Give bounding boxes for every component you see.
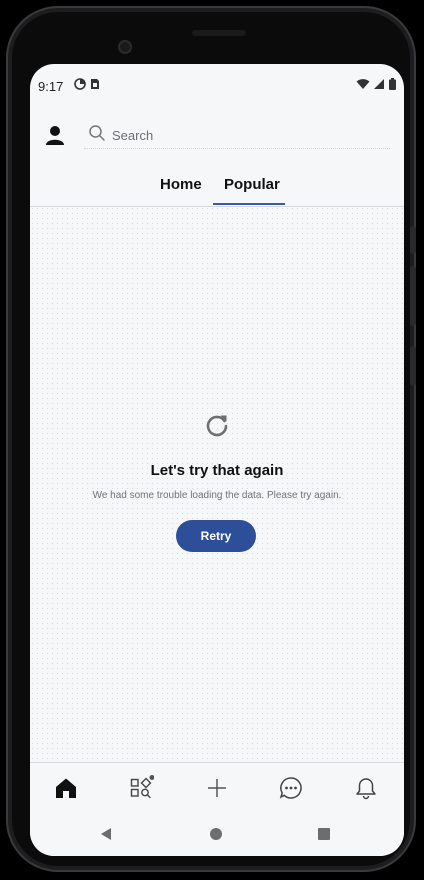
error-title: Let's try that again <box>150 462 284 479</box>
volume-up-button <box>410 226 416 254</box>
error-message: We had some trouble loading the data. Pl… <box>92 490 342 501</box>
recents-icon[interactable] <box>318 828 330 840</box>
profile-icon[interactable] <box>44 124 66 146</box>
tab-home[interactable]: Home <box>160 176 202 193</box>
home-circle-icon[interactable] <box>210 828 222 840</box>
power-button <box>410 346 416 386</box>
notification-badge <box>149 775 154 780</box>
wifi-icon <box>356 79 370 89</box>
phone-frame: 9:17 Search Home Popular Let's try that … <box>6 6 416 872</box>
status-bar: 9:17 <box>30 64 404 104</box>
search-icon <box>89 125 105 141</box>
home-icon[interactable] <box>53 775 79 801</box>
system-navigation-bar <box>30 812 404 856</box>
error-state: Let's try that again We had some trouble… <box>30 206 404 762</box>
front-camera <box>118 40 132 54</box>
retry-button[interactable]: Retry <box>176 520 256 552</box>
tab-indicator <box>213 203 285 205</box>
search-bar[interactable] <box>84 120 390 149</box>
bell-icon[interactable] <box>353 775 379 801</box>
reload-icon <box>206 415 228 437</box>
plus-icon[interactable] <box>204 775 230 801</box>
tab-popular[interactable]: Popular <box>224 176 280 193</box>
screen: 9:17 Search Home Popular Let's try that … <box>30 64 404 856</box>
battery-icon <box>389 78 396 90</box>
status-time: 9:17 <box>38 79 64 94</box>
search-input[interactable] <box>110 124 384 146</box>
volume-down-button <box>410 266 416 326</box>
earpiece-speaker <box>192 30 246 36</box>
bottom-navigation <box>30 762 404 813</box>
cell-signal-icon <box>374 79 384 89</box>
app-bar <box>30 104 404 168</box>
discover-icon[interactable] <box>128 775 154 801</box>
feed-tabs: Home Popular <box>30 168 404 207</box>
data-saver-icon <box>74 78 86 90</box>
chat-icon[interactable] <box>278 775 304 801</box>
sim-card-icon <box>91 79 99 89</box>
back-icon[interactable] <box>100 827 112 841</box>
